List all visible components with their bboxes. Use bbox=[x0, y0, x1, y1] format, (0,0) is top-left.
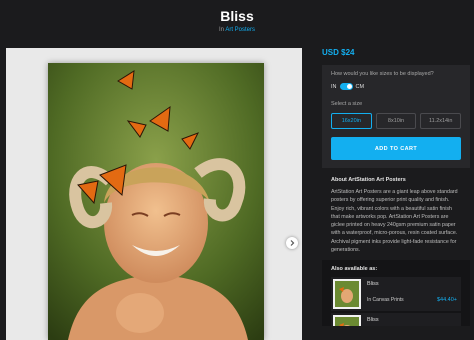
also-available-item[interactable]: Bliss bbox=[331, 313, 461, 327]
size-option-16x20[interactable]: 16x20in bbox=[331, 113, 372, 129]
unit-in-label: IN bbox=[331, 83, 337, 90]
unit-toggle[interactable] bbox=[339, 83, 353, 90]
product-price: USD $24 bbox=[322, 48, 355, 57]
size-options-panel: How would you like sizes to be displayed… bbox=[322, 65, 470, 168]
category-link[interactable]: Art Posters bbox=[225, 27, 255, 33]
next-image-button[interactable] bbox=[286, 237, 298, 249]
unit-toggle-row: IN CM bbox=[331, 83, 461, 90]
size-option-8x10[interactable]: 8x10in bbox=[375, 113, 417, 129]
item-name: Bliss bbox=[367, 317, 379, 324]
item-price: $44.40+ bbox=[436, 297, 457, 304]
add-to-cart-button[interactable]: ADD TO CART bbox=[331, 137, 461, 160]
size-option-11x14[interactable]: 11.2x14in bbox=[420, 113, 462, 129]
about-title: About ArtStation Art Posters bbox=[331, 177, 406, 183]
unit-cm-label: CM bbox=[355, 83, 365, 90]
item-name: Bliss bbox=[367, 281, 379, 288]
also-available-section: Also available as: Bliss In Canvas Print… bbox=[322, 260, 470, 327]
toggle-knob bbox=[346, 84, 352, 89]
size-options: 16x20in 8x10in 11.2x14in bbox=[331, 113, 462, 129]
also-available-item[interactable]: Bliss In Canvas Prints $44.40+ bbox=[331, 277, 461, 312]
page-title: Bliss bbox=[220, 8, 254, 24]
purchase-sidebar: USD $24 How would you like sizes to be d… bbox=[322, 48, 470, 327]
about-text: ArtStation Art Posters are a giant leap … bbox=[331, 189, 458, 254]
breadcrumb: In Art Posters bbox=[0, 27, 474, 33]
select-size-label: Select a size bbox=[331, 101, 363, 107]
artwork-viewer bbox=[6, 48, 302, 340]
size-display-question: How would you like sizes to be displayed… bbox=[331, 71, 434, 77]
artwork-image[interactable] bbox=[48, 63, 264, 340]
about-section: About ArtStation Art Posters ArtStation … bbox=[322, 177, 470, 254]
product-thumbnail bbox=[333, 315, 361, 327]
chevron-right-icon bbox=[290, 240, 295, 246]
item-type: In Canvas Prints bbox=[367, 297, 404, 304]
product-thumbnail bbox=[333, 279, 361, 310]
also-available-title: Also available as: bbox=[331, 266, 378, 273]
page-header: Bliss In Art Posters bbox=[0, 0, 474, 42]
breadcrumb-prefix: In bbox=[218, 27, 224, 33]
